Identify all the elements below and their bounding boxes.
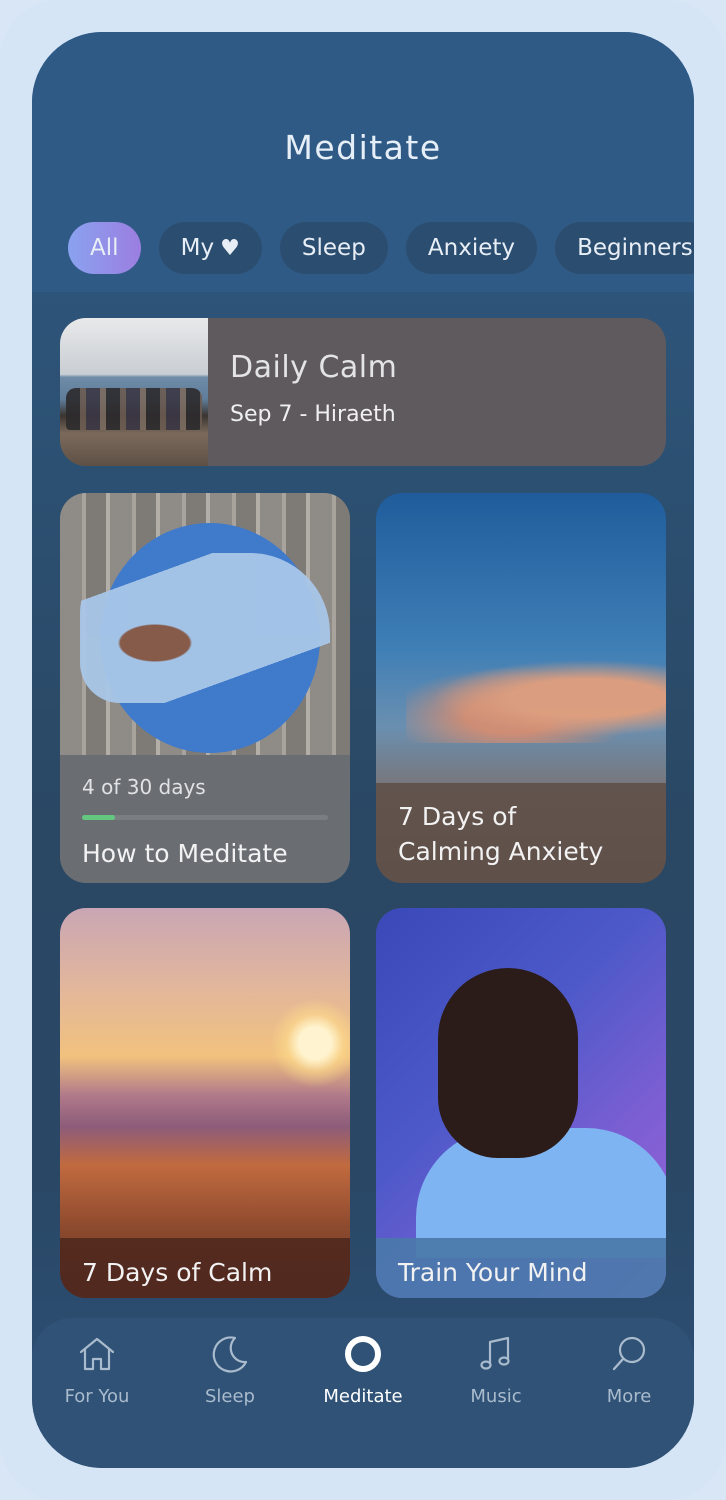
filter-chip-beginners[interactable]: Beginners (555, 222, 694, 274)
tile-image-clouds (406, 653, 666, 743)
filter-chip-anxiety[interactable]: Anxiety (405, 222, 537, 274)
filter-chip-label: My (180, 235, 215, 261)
tile-title: 7 Days of Calming Anxiety (398, 802, 604, 866)
circle-icon (345, 1336, 381, 1372)
tab-label: More (606, 1386, 652, 1407)
tab-label: For You (64, 1386, 130, 1407)
tab-sleep[interactable]: Sleep (175, 1332, 285, 1407)
tile-image (60, 493, 350, 755)
filter-chip-sleep[interactable]: Sleep (279, 222, 388, 274)
tab-for-you[interactable]: For You (42, 1332, 152, 1407)
tab-label: Music (470, 1386, 522, 1407)
daily-calm-title: Daily Calm (230, 350, 398, 385)
daily-calm-subtitle: Sep 7 - Hiraeth (230, 402, 396, 427)
daily-calm-image (60, 318, 208, 466)
progress-bar (82, 815, 328, 820)
app-screen: Meditate All My ♥ Sleep Anxiety Beginners… (32, 32, 694, 1468)
heart-icon: ♥ (220, 236, 240, 261)
page-title: Meditate (284, 128, 442, 167)
filter-chip-my[interactable]: My ♥ (158, 222, 262, 274)
music-note-icon (480, 1336, 510, 1370)
tab-meditate[interactable]: Meditate (308, 1332, 418, 1407)
tab-more[interactable]: More (574, 1332, 684, 1407)
daily-calm-card[interactable]: Daily Calm Sep 7 - Hiraeth (60, 318, 666, 466)
tile-calming-anxiety[interactable]: 7 Days of Calming Anxiety (376, 493, 666, 883)
daily-calm-image-people (66, 388, 202, 430)
tab-label: Meditate (323, 1386, 403, 1407)
tile-image-person (80, 553, 330, 703)
tab-music[interactable]: Music (441, 1332, 551, 1407)
house-icon (79, 1337, 115, 1371)
progress-bar-fill (82, 815, 115, 820)
filter-chip-all[interactable]: All (68, 222, 141, 274)
header: Meditate All My ♥ Sleep Anxiety Beginners (32, 32, 694, 292)
tile-caption: Train Your Mind (376, 1255, 666, 1290)
device-frame: Meditate All My ♥ Sleep Anxiety Beginners… (0, 0, 726, 1500)
tile-how-to-meditate[interactable]: 4 of 30 days How to Meditate (60, 493, 350, 883)
tile-caption: 7 Days of Calming Anxiety (376, 799, 666, 869)
filter-chips: All My ♥ Sleep Anxiety Beginners (68, 222, 694, 274)
tile-train-your-mind[interactable]: Train Your Mind (376, 908, 666, 1298)
progress-text: 4 of 30 days (82, 775, 206, 799)
moon-icon (212, 1336, 248, 1373)
tile-seven-days-of-calm[interactable]: 7 Days of Calm (60, 908, 350, 1298)
search-icon (612, 1336, 646, 1371)
tile-title: Train Your Mind (398, 1258, 588, 1287)
tab-label: Sleep (204, 1386, 255, 1407)
tile-caption: 7 Days of Calm (60, 1255, 350, 1290)
tile-title: How to Meditate (82, 839, 288, 868)
tile-title: 7 Days of Calm (82, 1258, 273, 1287)
tile-image-head (438, 968, 578, 1158)
tile-image-sun (270, 998, 350, 1088)
bottom-tab-bar: For You Sleep Meditate Music More (32, 1318, 694, 1468)
